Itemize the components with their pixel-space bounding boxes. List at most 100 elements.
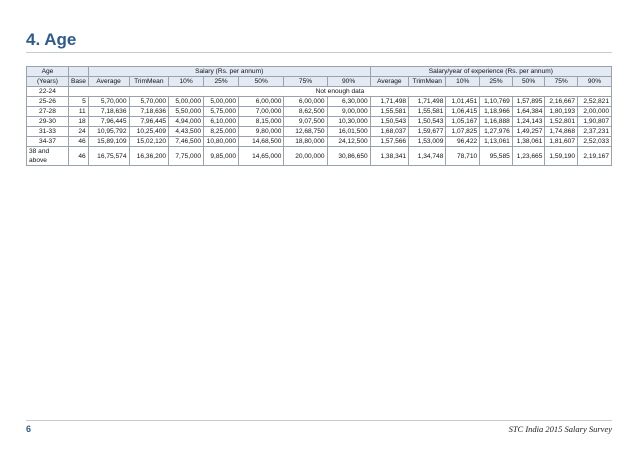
salary-cell: 10,30,000 xyxy=(326,116,371,127)
salary-cell: 16,01,500 xyxy=(326,126,371,137)
salary-cell: 16,75,574 xyxy=(87,146,130,166)
age-column-header-top: Age xyxy=(26,66,69,77)
no-data-cell: Not enough data xyxy=(67,86,613,97)
base-cell: 11 xyxy=(67,106,89,117)
table-row: 29-30 18 7,96,445 7,96,445 4,94,000 6,10,000 8… xyxy=(26,116,612,127)
salary-cell: 7,96,445 xyxy=(87,116,130,127)
salary-per-year-cell: 1,06,415 xyxy=(445,106,481,117)
per-year-subheader-2: 10% xyxy=(445,76,481,87)
per-year-subheader-4: 50% xyxy=(511,76,546,87)
age-cell: 31-33 xyxy=(26,126,69,137)
salary-per-year-cell: 1,16,888 xyxy=(479,116,513,127)
salary-per-year-cell: 1,57,895 xyxy=(511,96,546,107)
salary-per-year-cell: 1,71,498 xyxy=(369,96,410,107)
salary-cell: 5,70,000 xyxy=(87,96,130,107)
salary-cell: 7,18,636 xyxy=(87,106,130,117)
salary-per-year-cell: 2,19,167 xyxy=(577,146,612,166)
salary-subheader-2: 10% xyxy=(168,76,205,87)
salary-per-year-cell: 78,710 xyxy=(445,146,481,166)
salary-subheader-4: 50% xyxy=(238,76,285,87)
footer-caption: STC India 2015 Salary Survey xyxy=(508,424,612,434)
salary-per-year-cell: 1,05,167 xyxy=(445,116,481,127)
salary-cell: 18,80,000 xyxy=(283,136,328,147)
salary-cell: 4,43,500 xyxy=(168,126,205,137)
salary-cell: 9,80,000 xyxy=(238,126,285,137)
salary-per-year-cell: 1,50,543 xyxy=(369,116,410,127)
salary-per-year-cell: 1,80,193 xyxy=(544,106,578,117)
table-row: 25-26 5 5,70,000 5,70,000 5,00,000 5,00,000 6,… xyxy=(26,96,612,107)
salary-per-year-cell: 2,52,821 xyxy=(577,96,612,107)
table-row: 22-24 Not enough data xyxy=(26,86,613,97)
salary-cell: 12,68,750 xyxy=(283,126,328,137)
age-column-header: (Years) xyxy=(26,76,69,87)
salary-per-year-cell: 96,422 xyxy=(445,136,481,147)
salary-per-year-cell: 1,24,143 xyxy=(511,116,546,127)
salary-cell: 16,36,200 xyxy=(128,146,170,166)
base-cell: 24 xyxy=(67,126,89,137)
salary-per-year-cell: 1,13,061 xyxy=(479,136,513,147)
salary-cell: 14,65,000 xyxy=(238,146,285,166)
salary-per-year-cell: 2,37,231 xyxy=(577,126,612,137)
base-cell: 18 xyxy=(67,116,89,127)
salary-cell: 9,85,000 xyxy=(203,146,240,166)
salary-cell: 8,25,000 xyxy=(203,126,240,137)
base-cell: 5 xyxy=(67,96,89,107)
salary-per-year-cell: 1,01,451 xyxy=(445,96,481,107)
salary-per-year-cell: 1,49,257 xyxy=(511,126,546,137)
salary-per-year-cell: 1,07,825 xyxy=(445,126,481,137)
page-number: 6 xyxy=(26,424,32,434)
salary-per-year-cell: 1,53,009 xyxy=(408,136,447,147)
table-row: 38 and above 46 16,75,574 16,36,200 7,75,000… xyxy=(26,146,612,166)
salary-per-year-cell: 1,74,868 xyxy=(544,126,578,137)
footer-divider xyxy=(26,420,612,421)
salary-cell: 10,80,000 xyxy=(203,136,240,147)
age-cell: 25-26 xyxy=(26,96,69,107)
salary-subheader-5: 75% xyxy=(283,76,328,87)
salary-cell: 7,75,000 xyxy=(168,146,205,166)
page-title: 4. Age xyxy=(26,30,77,49)
salary-per-year-cell: 1,55,581 xyxy=(408,106,447,117)
base-column-header: Base xyxy=(67,76,89,87)
salary-cell: 9,00,000 xyxy=(326,106,371,117)
salary-group-header: Salary (Rs. per annum) xyxy=(87,66,371,77)
per-year-subheader-1: TrimMean xyxy=(408,76,447,87)
age-cell: 34-37 xyxy=(26,136,69,147)
salary-per-year-cell: 1,59,190 xyxy=(544,146,578,166)
salary-per-year-cell: 2,00,000 xyxy=(577,106,612,117)
salary-cell: 6,00,000 xyxy=(283,96,328,107)
salary-per-year-cell: 1,18,966 xyxy=(479,106,513,117)
salary-cell: 6,30,000 xyxy=(326,96,371,107)
salary-per-year-cell: 1,57,566 xyxy=(369,136,410,147)
base-column-header-top xyxy=(67,66,89,77)
salary-cell: 24,12,500 xyxy=(326,136,371,147)
age-cell: 22-24 xyxy=(26,86,69,97)
salary-per-year-cell: 1,64,384 xyxy=(511,106,546,117)
salary-per-year-cell: 1,59,677 xyxy=(408,126,447,137)
per-year-subheader-5: 75% xyxy=(544,76,578,87)
age-cell: 27-28 xyxy=(26,106,69,117)
salary-cell: 8,62,500 xyxy=(283,106,328,117)
per-year-subheader-6: 90% xyxy=(577,76,612,87)
age-cell: 38 and above xyxy=(26,146,69,166)
salary-per-year-cell: 1,55,581 xyxy=(369,106,410,117)
salary-cell: 7,46,500 xyxy=(168,136,205,147)
salary-cell: 5,00,000 xyxy=(203,96,240,107)
salary-per-year-cell: 1,71,498 xyxy=(408,96,447,107)
table-row: 27-28 11 7,18,636 7,18,636 5,50,000 5,75,000 7… xyxy=(26,106,612,117)
per-year-subheader-3: 25% xyxy=(479,76,513,87)
salary-per-year-cell: 1,34,748 xyxy=(408,146,447,166)
salary-cell: 4,94,000 xyxy=(168,116,205,127)
salary-cell: 5,50,000 xyxy=(168,106,205,117)
salary-per-year-cell: 95,585 xyxy=(479,146,513,166)
salary-per-year-cell: 1,38,061 xyxy=(511,136,546,147)
salary-cell: 7,18,636 xyxy=(128,106,170,117)
salary-cell: 9,07,500 xyxy=(283,116,328,127)
salary-cell: 6,10,000 xyxy=(203,116,240,127)
salary-per-year-cell: 2,16,667 xyxy=(544,96,578,107)
salary-cell: 5,00,000 xyxy=(168,96,205,107)
salary-cell: 7,00,000 xyxy=(238,106,285,117)
per-year-subheader-0: Average xyxy=(369,76,410,87)
salary-per-year-group-header: Salary/year of experience (Rs. per annum… xyxy=(369,66,613,77)
salary-subheader-6: 90% xyxy=(326,76,371,87)
salary-cell: 10,25,409 xyxy=(128,126,170,137)
